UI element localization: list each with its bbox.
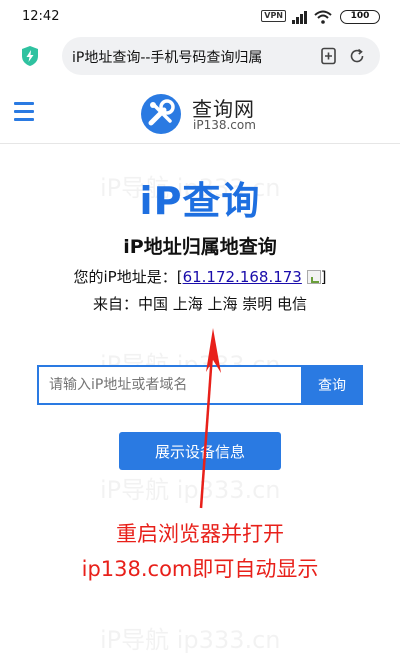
search-row: 查询 [37,365,363,405]
hero-title: iP查询 [139,179,261,223]
watermark: iP导航 ip333.cn [100,476,281,504]
page-subtitle: iP地址归属地查询 [123,236,277,258]
ip-address-link[interactable]: 61.172.168.173 [183,268,302,286]
tools-icon [140,93,182,139]
status-time: 12:42 [22,9,60,24]
ip-suffix: ] [320,268,327,286]
site-logo[interactable]: 查询网 iP138.com [140,93,280,134]
wifi-icon [314,9,332,28]
watermark: iP导航 ip333.cn [100,626,281,654]
annotation-line-1: 重启浏览器并打开 [116,522,284,546]
annotation-line-2: ip138.com即可自动显示 [81,557,319,581]
status-bar: 12:42 VPN 100 [0,0,400,34]
broken-image-icon [306,270,321,284]
ip-location: 来自：中国 上海 上海 崇明 电信 [92,295,308,313]
shield-icon[interactable] [20,45,40,71]
logo-domain: iP138.com [193,118,256,132]
search-input[interactable] [37,365,301,405]
page: 12:42 VPN 100 iP地址查询--手机号码查询归属 查询网 iP138… [0,0,400,657]
signal-icon [292,9,310,28]
url-bar[interactable]: iP地址查询--手机号码查询归属 [62,37,380,75]
menu-icon[interactable] [14,102,34,122]
vpn-icon: VPN [261,10,286,22]
reload-icon[interactable] [348,47,366,69]
add-tab-icon[interactable] [320,47,338,69]
url-fade [278,41,310,71]
battery-icon: 100 [340,10,380,24]
ip-prefix: 您的iP地址是：[ [73,268,183,286]
browser-address-bar: iP地址查询--手机号码查询归属 [0,34,400,80]
site-header: 查询网 iP138.com [0,80,400,144]
search-button[interactable]: 查询 [301,365,363,405]
show-device-info-button[interactable]: 展示设备信息 [119,432,281,470]
ip-address-line: 您的iP地址是：[61.172.168.173 ] [0,266,400,287]
url-title: iP地址查询--手机号码查询归属 [72,50,263,66]
